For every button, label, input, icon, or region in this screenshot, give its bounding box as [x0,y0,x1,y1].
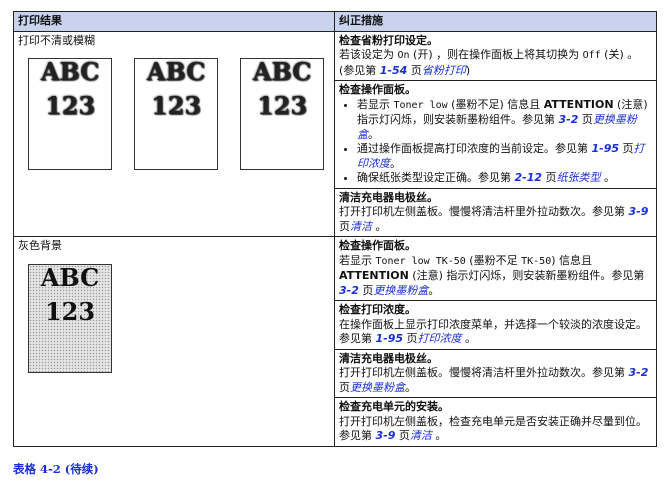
sample-text-abc: ABC [146,56,206,86]
result-label-blurry: 打印不清或模糊 [18,33,95,47]
page-ref-link[interactable]: 3-9 [376,429,396,442]
sample-text-abc: ABC [252,56,312,86]
action-text: 若显示 Toner low TK-50 (墨粉不足 TK-50) 信息且 ATT… [339,253,645,297]
table-caption: 表格 4-2 (待续) [13,462,99,476]
action-check-density: 检查打印浓度。 在操作面板上显示打印浓度菜单，并选择一个较淡的浓度设定。参见第 … [334,300,657,350]
action-title: 检查打印浓度。 [339,303,416,316]
sample-text-123: 123 [256,90,308,120]
list-item: 确保纸张类型设定正确。参见第 2-12 页纸张类型 。 [357,171,652,186]
print-sample-grey: ABC 123 [28,264,112,373]
xref-link-replace-toner[interactable]: 更换墨粉盒 [373,284,428,297]
action-bullet-list: 若显示 Toner low (墨粉不足) 信息且 ATTENTION (注意) … [339,98,652,186]
xref-link-toner-save[interactable]: 省粉打印 [422,64,466,77]
action-text: 若该设定为 On (开) ，则在操作面板上将其切换为 Off (关) 。(参见第… [339,48,639,77]
xref-link-cleaning[interactable]: 清洁 [410,429,432,442]
sample-text-123: 123 [44,90,96,120]
xref-link-cleaning[interactable]: 清洁 [350,220,372,233]
action-clean-charger-wire: 清洁充电器电极丝。 打开打印机左侧盖板。慢慢将清洁杆里外拉动数次。参见第 3-9… [334,187,657,237]
list-item: 若显示 Toner low (墨粉不足) 信息且 ATTENTION (注意) … [357,98,652,143]
print-sample-blurry-3: ABC 123 [240,56,324,170]
page-ref-link[interactable]: 3-2 [629,366,649,379]
action-clean-charger-wire-2: 清洁充电器电极丝。 打开打印机左侧盖板。慢慢将清洁杆里外拉动数次。参见第 3-2… [334,348,657,398]
print-sample-blurry-2: ABC 123 [134,56,218,170]
page-ref-link[interactable]: 3-9 [629,205,649,218]
page-ref-link[interactable]: 1-95 [376,332,404,345]
page-ref-link[interactable]: 3-2 [559,113,579,126]
result-cell-blurry: 打印不清或模糊 ABC 123 ABC 123 ABC 123 [13,30,335,237]
action-text: 打开打印机左侧盖板，检查充电单元是否安装正确并尽量到位。参见第 3-9 页清洁 … [339,414,647,443]
action-check-toner-save: 检查省粉打印设定。 若该设定为 On (开) ，则在操作面板上将其切换为 Off… [334,30,657,81]
sample-text-123: 123 [44,297,96,326]
header-print-result: 打印结果 [13,11,335,32]
list-item: 通过操作面板提高打印浓度的当前设定。参见第 1-95 页打印浓度。 [357,142,652,171]
xref-link-paper-type[interactable]: 纸张类型 [557,171,601,184]
action-check-charger-unit: 检查充电单元的安装。 打开打印机左侧盖板，检查充电单元是否安装正确并尽量到位。参… [334,397,657,447]
sample-text-abc: ABC [40,263,100,292]
result-label-grey-background: 灰色背景 [18,239,62,252]
page-ref-link[interactable]: 1-54 [380,64,408,77]
action-title: 检查省粉打印设定。 [339,33,438,47]
action-title: 清洁充电器电极丝。 [339,351,438,365]
action-text: 打开打印机左侧盖板。慢慢将清洁杆里外拉动数次。参见第 3-9 页清洁 。 [339,205,649,233]
header-corrective-action: 纠正措施 [334,11,657,32]
xref-link-print-density[interactable]: 打印浓度 [418,332,462,345]
sample-text-abc: ABC [40,56,100,86]
troubleshooting-table: 打印结果 纠正措施 打印不清或模糊 ABC 123 ABC 123 ABC 12… [13,11,657,447]
print-sample-blurry-1: ABC 123 [28,56,112,170]
result-cell-grey-background: 灰色背景 ABC 123 [13,236,335,447]
sample-text-123: 123 [150,90,202,120]
action-check-panel-2: 检查操作面板。 若显示 Toner low TK-50 (墨粉不足 TK-50)… [334,236,657,301]
action-text: 在操作面板上显示打印浓度菜单，并选择一个较淡的浓度设定。参见第 1-95 页打印… [339,317,647,346]
action-title: 清洁充电器电极丝。 [339,190,438,204]
page-ref-link[interactable]: 1-95 [592,142,620,155]
page-ref-link[interactable]: 2-12 [515,171,543,184]
page-ref-link[interactable]: 3-2 [339,284,359,297]
xref-link-replace-toner[interactable]: 更换墨粉盒 [350,381,405,394]
action-text: 打开打印机左侧盖板。慢慢将清洁杆里外拉动数次。参见第 3-2 页更换墨粉盒。 [339,366,649,394]
action-title: 检查操作面板。 [339,239,416,252]
action-title: 检查操作面板。 [339,83,416,96]
action-title: 检查充电单元的安装。 [339,400,449,413]
action-check-panel: 检查操作面板。 若显示 Toner low (墨粉不足) 信息且 ATTENTI… [334,80,657,189]
